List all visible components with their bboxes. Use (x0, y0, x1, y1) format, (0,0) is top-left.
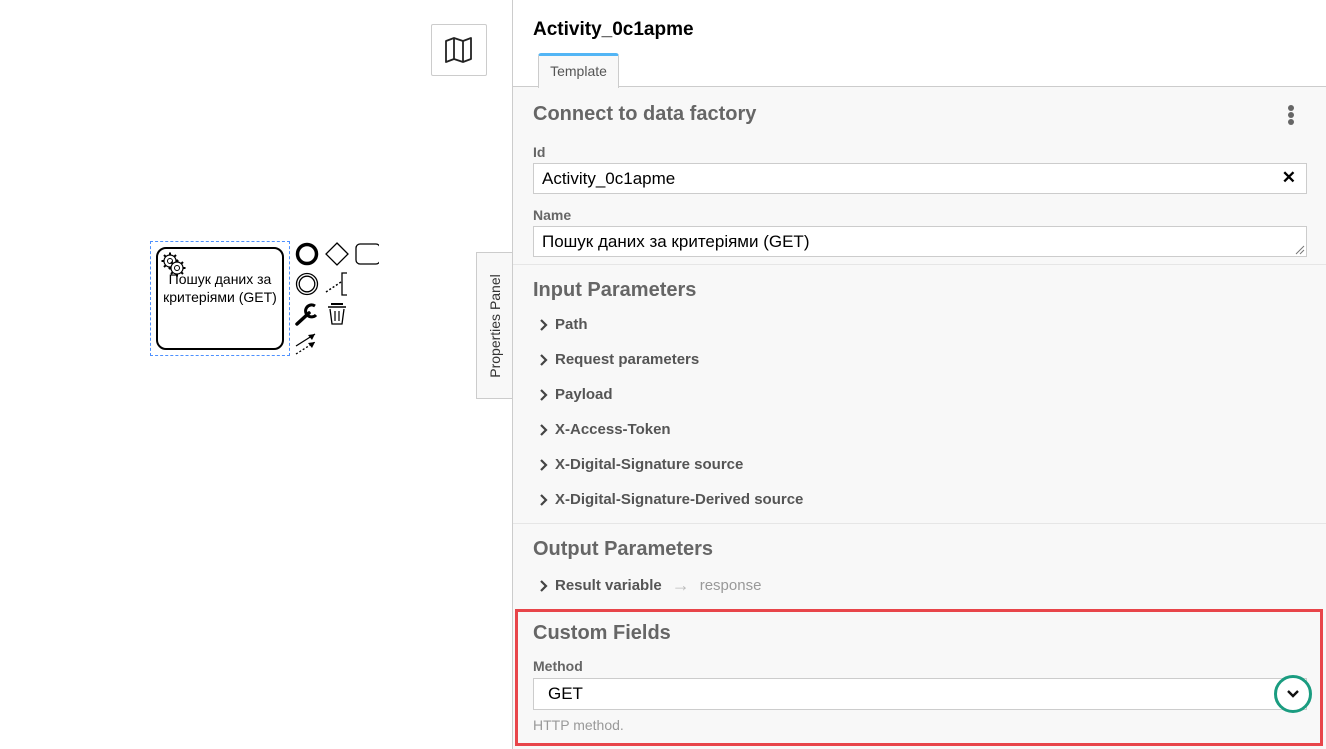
properties-panel-toggle-label: Properties Panel (487, 273, 504, 378)
properties-panel-toggle[interactable]: Properties Panel (476, 252, 513, 399)
name-value: Пошук даних за критеріями (GET) (542, 232, 810, 251)
clear-icon[interactable]: ✕ (1282, 167, 1296, 188)
collapsible-label: Path (555, 316, 588, 333)
trash-icon (328, 303, 346, 325)
panel-header: Activity_0c1apme Template (513, 0, 1326, 88)
append-task-button[interactable] (355, 242, 379, 266)
name-textarea[interactable]: Пошук даних за критеріями (GET) (533, 226, 1307, 257)
connect-button[interactable] (295, 332, 319, 356)
bpmn-canvas[interactable]: Пошук даних за критеріями (GET) (0, 0, 512, 749)
group-title: Input Parameters (533, 279, 697, 301)
gateway-icon (325, 242, 349, 266)
collapsible-label: X-Digital-Signature-Derived source (555, 491, 804, 508)
change-type-button[interactable] (295, 302, 319, 326)
more-options-button[interactable] (1286, 104, 1296, 126)
delete-button[interactable] (325, 302, 349, 326)
arrow-right-icon: → (671, 575, 690, 595)
minimap-toggle-button[interactable] (431, 24, 487, 76)
collapsible-label: Request parameters (555, 351, 700, 368)
method-dropdown-toggle[interactable] (1274, 675, 1312, 713)
collapsible-x-digital-signature-source[interactable]: X-Digital-Signature source (539, 456, 743, 473)
id-input[interactable]: Activity_0c1apme ✕ (533, 163, 1307, 194)
id-label: Id (533, 144, 546, 160)
result-variable-value: response (699, 577, 762, 594)
append-text-annotation-button[interactable] (325, 272, 349, 296)
name-label: Name (533, 207, 572, 223)
dot (1288, 105, 1294, 111)
highlight-box (515, 609, 1323, 746)
chevron-right-icon (540, 423, 548, 436)
text-annotation-icon (325, 272, 347, 296)
chevron-right-icon (540, 388, 548, 401)
map-icon (445, 37, 472, 63)
group-template: Connect to data factory Id Activity_0c1a… (513, 88, 1326, 265)
task-icon (355, 243, 379, 265)
collapsible-payload[interactable]: Payload (539, 386, 613, 403)
end-event-icon (295, 242, 319, 266)
connect-icon (295, 333, 316, 355)
task-label[interactable]: Пошук даних за критеріями (GET) (158, 270, 282, 306)
append-gateway-button[interactable] (325, 242, 349, 266)
group-input-parameters: Input Parameters Path Request parameters… (513, 265, 1326, 524)
resize-handle-icon[interactable] (1295, 245, 1305, 255)
chevron-down-icon (1287, 690, 1299, 698)
collapsible-path[interactable]: Path (539, 316, 588, 333)
group-output-parameters: Output Parameters Result variable → resp… (513, 524, 1326, 609)
wrench-icon (295, 303, 318, 326)
collapsible-label: Result variable (555, 577, 662, 594)
append-end-event-button[interactable] (295, 242, 319, 266)
dot (1288, 112, 1294, 118)
chevron-right-icon (540, 493, 548, 506)
collapsible-x-digital-signature-derived-source[interactable]: X-Digital-Signature-Derived source (539, 491, 803, 508)
intermediate-event-icon (295, 272, 319, 296)
chevron-right-icon (540, 318, 548, 331)
append-intermediate-event-button[interactable] (295, 272, 319, 296)
id-value: Activity_0c1apme (542, 169, 676, 188)
collapsible-request-parameters[interactable]: Request parameters (539, 351, 699, 368)
dot (1288, 119, 1294, 125)
collapsible-label: X-Digital-Signature source (555, 456, 744, 473)
chevron-right-icon (540, 458, 548, 471)
group-title: Output Parameters (533, 538, 714, 560)
collapsible-result-variable[interactable]: Result variable → response (539, 575, 761, 596)
chevron-right-icon (540, 353, 548, 366)
tab-template[interactable]: Template (538, 53, 619, 88)
group-title: Connect to data factory (533, 103, 757, 125)
collapsible-label: X-Access-Token (555, 421, 671, 438)
panel-title: Activity_0c1apme (533, 19, 694, 40)
collapsible-x-access-token[interactable]: X-Access-Token (539, 421, 671, 438)
collapsible-label: Payload (555, 386, 613, 403)
chevron-right-icon (540, 579, 548, 592)
